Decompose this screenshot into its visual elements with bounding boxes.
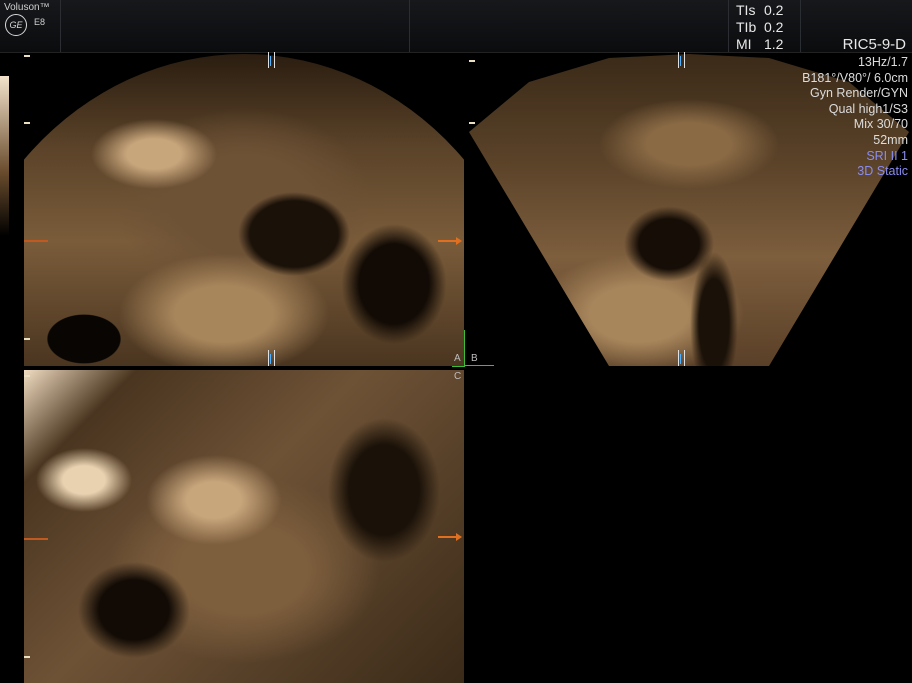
param-frame-rate: 13Hz/1.7 <box>857 55 908 69</box>
acquisition-parameters: 13Hz/1.7 B181°/V80°/ 6.0cm Gyn Render/GY… <box>802 55 908 180</box>
plane-marker-right-icon[interactable] <box>438 533 462 541</box>
cursor-marker-bottom[interactable] <box>268 350 275 366</box>
tis-label: TIs <box>736 2 756 18</box>
top-bar: Voluson™ GE E8 TIs 0.2 TIb 0.2 MI 1.2 RIC5-… <box>0 0 912 53</box>
depth-tick <box>24 55 30 57</box>
probe-label: RIC5-9-D <box>842 36 906 53</box>
grayscale-bar <box>0 76 9 236</box>
divider <box>409 0 410 52</box>
cursor-marker-bottom[interactable] <box>678 350 685 366</box>
param-mix: Mix 30/70 <box>853 117 908 132</box>
plane-marker-left[interactable] <box>24 538 48 540</box>
ultrasound-image-a <box>24 54 464 366</box>
plane-marker-left[interactable] <box>24 240 48 242</box>
param-sri: SRI II 1 <box>866 148 908 163</box>
param-thickness: 52mm <box>873 132 908 147</box>
ge-logo-icon: GE <box>5 14 27 36</box>
panel-b-label: B <box>471 353 478 364</box>
depth-tick <box>469 122 475 124</box>
divider <box>800 0 801 52</box>
panel-a[interactable] <box>24 54 464 366</box>
tib-value: 0.2 <box>764 19 784 35</box>
ultrasound-image-c <box>24 370 464 683</box>
divider <box>728 0 729 52</box>
brand-label: Voluson™ <box>4 2 50 13</box>
depth-tick <box>24 122 30 124</box>
tis-value: 0.2 <box>764 2 784 18</box>
param-quality: Qual high1/S3 <box>828 101 908 116</box>
mi-label: MI <box>736 36 752 52</box>
depth-tick <box>24 656 30 658</box>
depth-tick <box>469 60 475 62</box>
panel-c[interactable] <box>24 370 464 683</box>
panel-separator <box>464 364 494 366</box>
divider <box>60 0 61 52</box>
model-label: E8 <box>34 17 46 27</box>
mi-readout: MI 1.2 <box>736 36 783 53</box>
tib-label: TIb <box>736 19 757 35</box>
param-preset: Gyn Render/GYN <box>810 86 908 101</box>
tib-readout: TIb 0.2 <box>736 19 783 36</box>
panel-a-label: A <box>454 353 461 364</box>
cursor-marker-top[interactable] <box>678 52 685 68</box>
param-mode: 3D Static <box>857 164 908 179</box>
cursor-marker-top[interactable] <box>268 52 275 68</box>
depth-tick <box>24 338 30 340</box>
depth-tick <box>24 375 30 377</box>
tis-readout: TIs 0.2 <box>736 2 783 19</box>
panel-c-label: C <box>454 371 462 382</box>
mi-value: 1.2 <box>764 36 784 52</box>
plane-marker-right-icon[interactable] <box>438 237 462 245</box>
param-angles-depth: B181°/V80°/ 6.0cm <box>802 70 908 85</box>
